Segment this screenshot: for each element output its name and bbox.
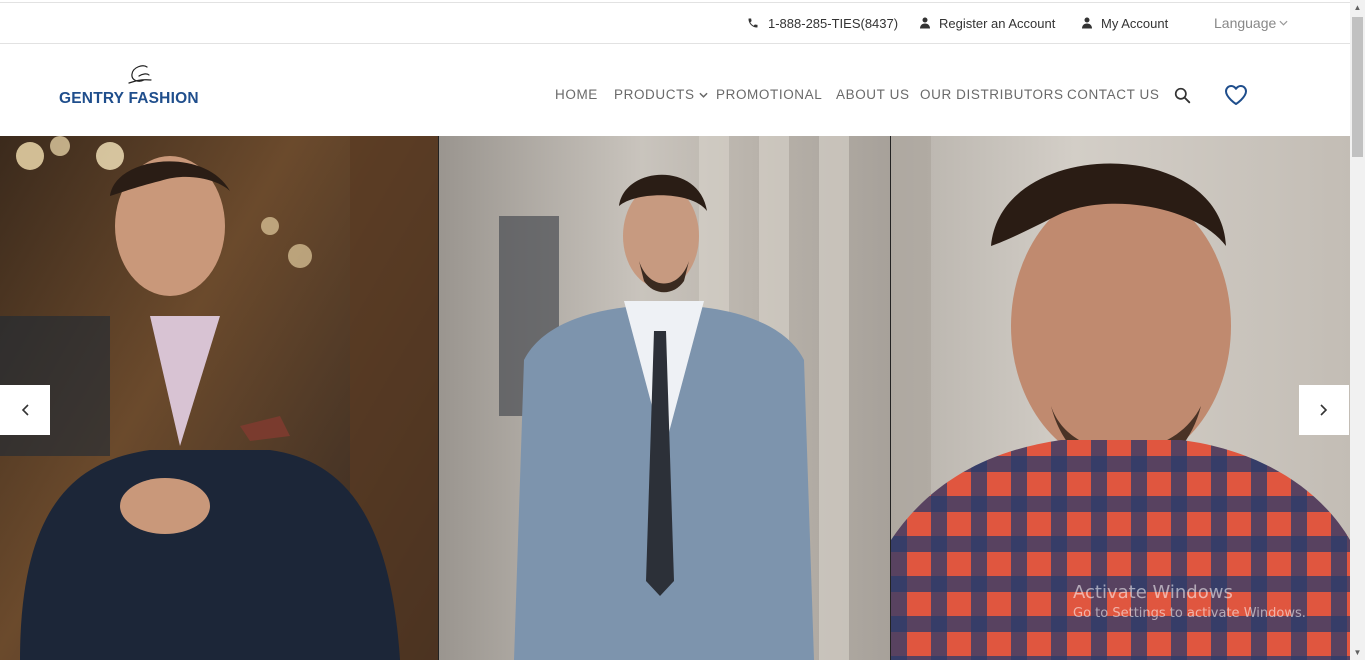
phone-icon: [748, 18, 758, 28]
scrollbar-thumb[interactable]: [1352, 17, 1363, 157]
hero-image-grey-suit: [439, 136, 890, 660]
top-utility-bar: 1-888-285-TIES(8437) Register an Account…: [0, 2, 1350, 44]
register-link[interactable]: Register an Account: [920, 3, 1055, 43]
language-label: Language: [1214, 15, 1277, 31]
scroll-down-arrow-icon[interactable]: ▼: [1350, 645, 1365, 660]
scroll-up-arrow-icon[interactable]: ▲: [1350, 0, 1365, 15]
chevron-down-icon: [698, 92, 708, 98]
nav-about-us[interactable]: ABOUT US: [836, 87, 910, 103]
register-label: Register an Account: [939, 15, 1056, 31]
brand-name: GENTRY FASHION: [59, 90, 199, 107]
phone-number: 1-888-285-TIES(8437): [768, 15, 899, 31]
user-icon: [1082, 17, 1092, 29]
my-account-link[interactable]: My Account: [1082, 3, 1168, 43]
nav-contact-us[interactable]: CONTACT US: [1067, 87, 1160, 103]
page-scrollbar[interactable]: ▲ ▼: [1350, 0, 1365, 660]
windows-activation-watermark: Activate Windows Go to Settings to activ…: [1073, 582, 1306, 621]
phone-link[interactable]: 1-888-285-TIES(8437): [747, 3, 898, 43]
my-account-label: My Account: [1101, 15, 1169, 31]
slider-prev-button[interactable]: [0, 385, 50, 435]
main-header: GENTRY FASHION HOME PRODUCTS PROMOTIONAL…: [0, 44, 1350, 136]
watermark-title: Activate Windows: [1073, 582, 1233, 603]
slider-next-button[interactable]: [1299, 385, 1349, 435]
watermark-subtitle: Go to Settings to activate Windows.: [1073, 606, 1306, 621]
nav-our-distributors[interactable]: OUR DISTRIBUTORS: [920, 87, 1064, 103]
logo-monogram: [128, 65, 152, 84]
nav-products[interactable]: PRODUCTS: [614, 87, 708, 103]
chevron-right-icon: [1320, 404, 1328, 416]
user-icon: [920, 17, 930, 29]
nav-products-label: PRODUCTS: [614, 87, 695, 102]
language-dropdown[interactable]: Language: [1214, 3, 1297, 43]
chevron-left-icon: [21, 404, 29, 416]
nav-promotional[interactable]: PROMOTIONAL: [716, 87, 822, 103]
nav-home[interactable]: HOME: [555, 87, 598, 103]
brand-logo[interactable]: GENTRY FASHION: [59, 62, 229, 112]
hero-image-blazer: [0, 136, 438, 660]
search-icon[interactable]: [1174, 87, 1191, 104]
chevron-down-icon: [1279, 20, 1288, 26]
heart-icon[interactable]: [1224, 84, 1248, 106]
